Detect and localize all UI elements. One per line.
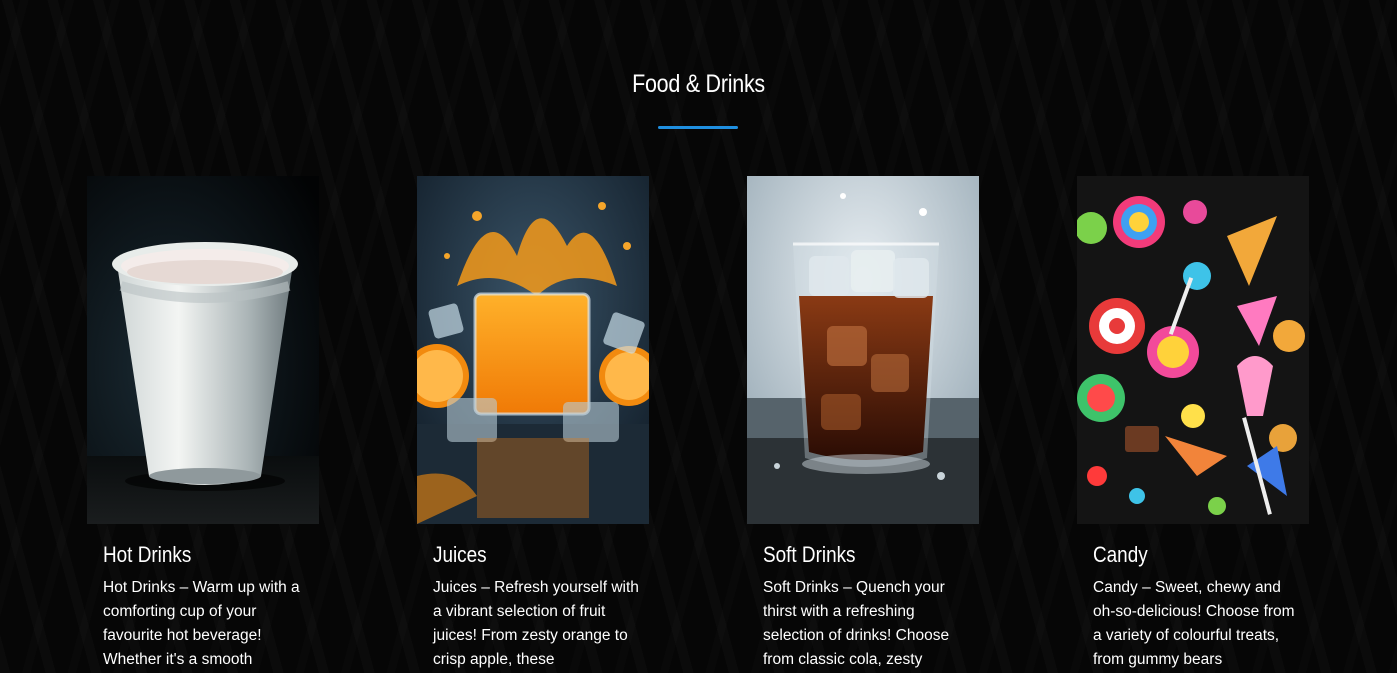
juices-image[interactable] xyxy=(417,176,649,524)
card-juices[interactable]: Juices Juices – Refresh yourself with a … xyxy=(417,176,649,672)
card-title[interactable]: Juices xyxy=(433,542,619,568)
card-title[interactable]: Hot Drinks xyxy=(103,542,289,568)
title-underline xyxy=(658,126,738,129)
hot-drinks-image[interactable] xyxy=(87,176,319,524)
card-hot-drinks[interactable]: Hot Drinks Hot Drinks – Warm up with a c… xyxy=(87,176,319,672)
card-title[interactable]: Soft Drinks xyxy=(763,542,949,568)
section-title: Food & Drinks xyxy=(632,70,765,98)
card-candy[interactable]: Candy Candy – Sweet, chewy and oh-so-del… xyxy=(1077,176,1309,672)
card-description: Candy – Sweet, chewy and oh-so-delicious… xyxy=(1093,579,1295,668)
card-description: Juices – Refresh yourself with a vibrant… xyxy=(433,579,639,668)
soft-drinks-image[interactable] xyxy=(747,176,979,524)
candy-image[interactable] xyxy=(1077,176,1309,524)
card-title[interactable]: Candy xyxy=(1093,542,1279,568)
card-description: Hot Drinks – Warm up with a comforting c… xyxy=(103,579,300,668)
card-soft-drinks[interactable]: Soft Drinks Soft Drinks – Quench your th… xyxy=(747,176,979,672)
card-description: Soft Drinks – Quench your thirst with a … xyxy=(763,579,950,668)
